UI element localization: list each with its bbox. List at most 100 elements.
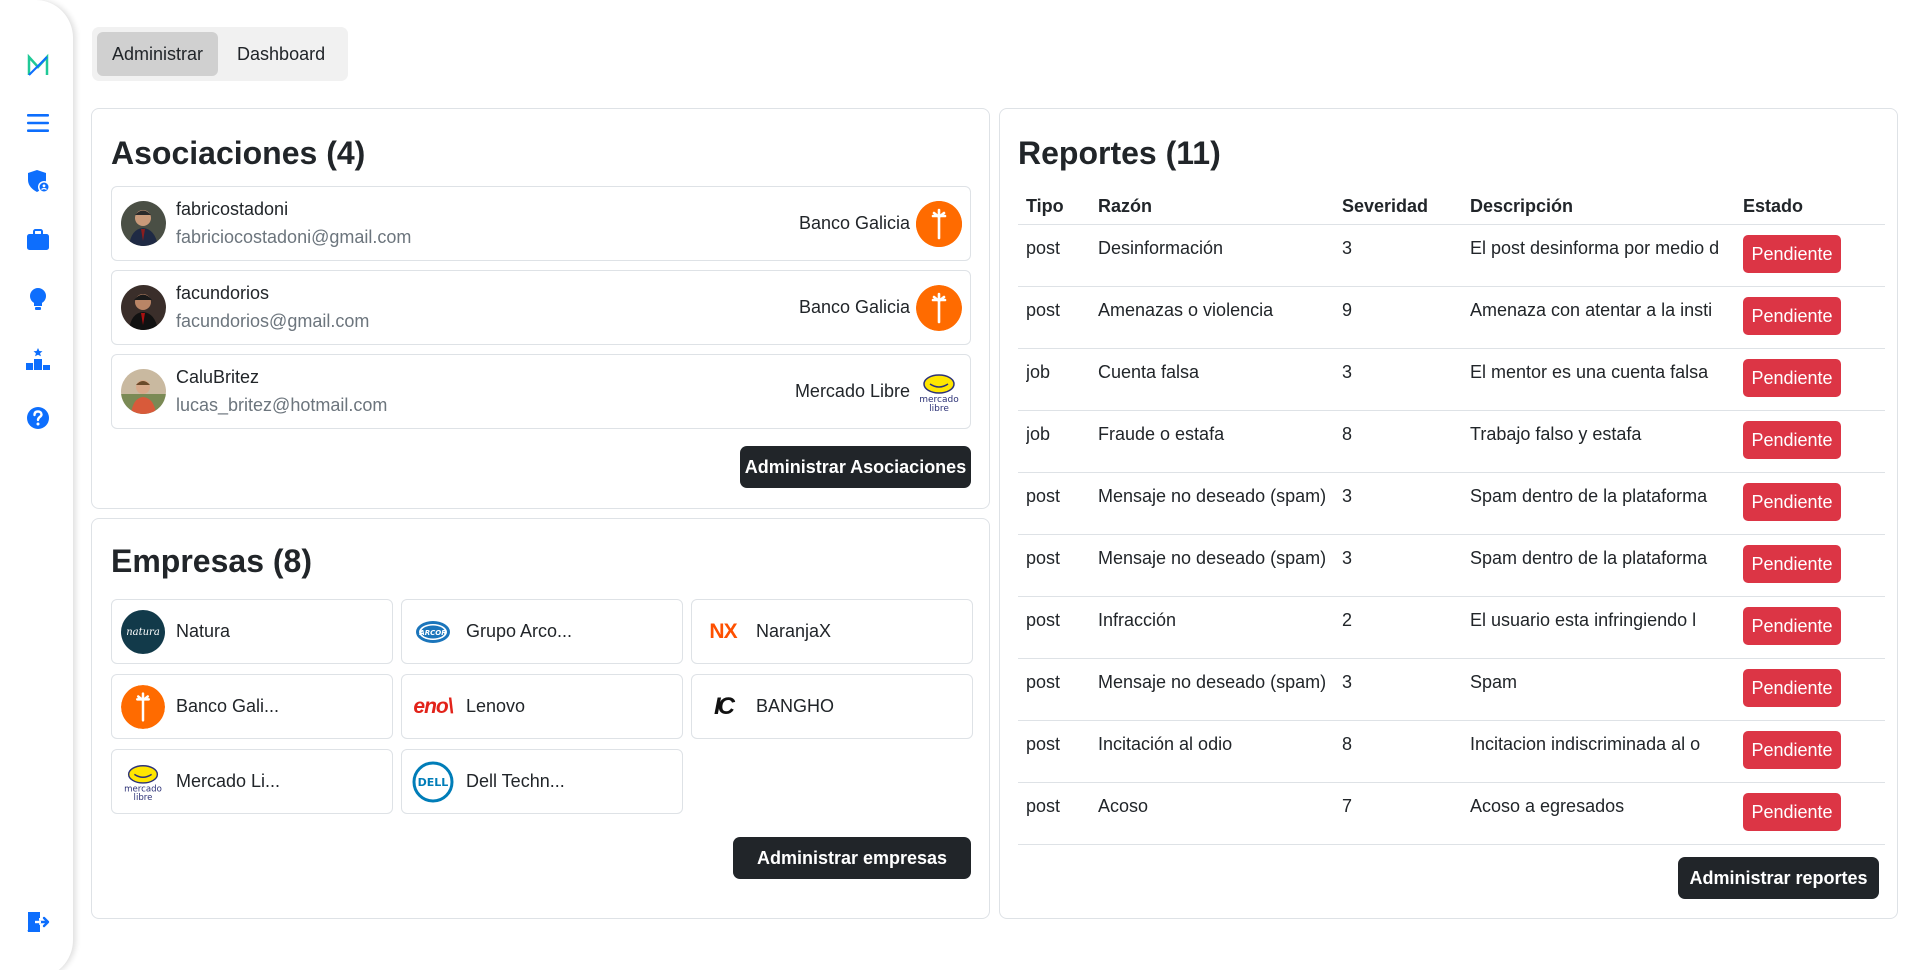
status-pending-button[interactable]: Pendiente: [1743, 483, 1841, 521]
association-row[interactable]: facundorios facundorios@gmail.com Banco …: [111, 270, 971, 345]
status-pending-button[interactable]: Pendiente: [1743, 607, 1841, 645]
cell-razon: Amenazas o violencia: [1098, 300, 1274, 320]
briefcase-icon[interactable]: [25, 227, 51, 253]
company-card-lenovo[interactable]: eno\ Lenovo: [401, 674, 683, 739]
cell-descripcion: El mentor es una cuenta falsa: [1470, 362, 1709, 382]
avatar: [121, 201, 166, 246]
avatar: [121, 285, 166, 330]
association-email: fabriciocostadoni@gmail.com: [176, 227, 412, 247]
cell-descripcion: Trabajo falso y estafa: [1470, 424, 1642, 444]
company-card-banco-galicia[interactable]: Banco Gali...: [111, 674, 393, 739]
cell-razon: Incitación al odio: [1098, 734, 1233, 754]
cell-descripcion: Acoso a egresados: [1470, 796, 1625, 816]
cell-descripcion: Spam dentro de la plataforma: [1470, 548, 1708, 568]
company-card-bangho[interactable]: IC BANGHO: [691, 674, 973, 739]
banco-galicia-logo-icon: [916, 201, 962, 247]
company-name: NaranjaX: [756, 621, 832, 641]
cell-descripcion: Spam: [1470, 672, 1518, 692]
companies-card: Empresas (8) natura Natura ARCOR Grupo A…: [91, 518, 990, 919]
cell-razon: Cuenta falsa: [1098, 362, 1200, 382]
cell-severidad: 3: [1342, 362, 1353, 382]
cell-razon: Mensaje no deseado (spam): [1098, 672, 1327, 692]
cell-razon: Infracción: [1098, 610, 1177, 630]
company-card-dell[interactable]: DELL Dell Techn...: [401, 749, 683, 814]
tab-administrar[interactable]: Administrar: [97, 32, 219, 76]
avatar: [121, 369, 166, 414]
cell-severidad: 3: [1342, 672, 1353, 692]
naranjax-logo-icon: NX: [709, 620, 737, 643]
shield-user-icon[interactable]: [25, 168, 51, 194]
table-row: post Mensaje no deseado (spam) 3 Spam Pendie…: [1018, 659, 1885, 721]
column-header-severidad: Severidad: [1342, 196, 1429, 216]
cell-severidad: 3: [1342, 548, 1353, 568]
column-header-estado: Estado: [1743, 196, 1804, 216]
reports-title: Reportes (11): [1018, 135, 1221, 171]
status-pending-button[interactable]: Pendiente: [1743, 669, 1841, 707]
status-pending-button[interactable]: Pendiente: [1743, 421, 1841, 459]
company-name: Grupo Arco...: [466, 621, 573, 641]
cell-descripcion: El post desinforma por medio d: [1470, 238, 1720, 258]
status-pending-button[interactable]: Pendiente: [1743, 793, 1841, 831]
banco-galicia-logo-icon: [916, 285, 962, 331]
table-row: post Amenazas o violencia 9 Amenaza con ate…: [1018, 287, 1885, 349]
mercado-libre-logo-icon: mercado libre: [916, 369, 962, 415]
association-company: Banco Galicia: [798, 297, 910, 317]
cell-tipo: job: [1026, 424, 1051, 444]
association-row[interactable]: CaluBritez lucas_britez@hotmail.com Merc…: [111, 354, 971, 429]
cell-tipo: post: [1026, 672, 1061, 692]
manage-associations-button[interactable]: Administrar Asociaciones: [740, 446, 971, 488]
menu-icon[interactable]: [25, 110, 51, 136]
company-name: Banco Gali...: [176, 696, 280, 716]
table-row: job Cuenta falsa 3 El mentor es una cuenta …: [1018, 349, 1885, 411]
association-username: facundorios: [176, 283, 270, 303]
company-name: BANGHO: [756, 696, 835, 716]
column-header-tipo: Tipo: [1026, 196, 1064, 216]
cell-descripcion: El usuario esta infringiendo l: [1470, 610, 1697, 630]
help-icon[interactable]: [25, 405, 51, 431]
cell-razon: Desinformación: [1098, 238, 1224, 258]
column-header-razon: Razón: [1098, 196, 1152, 216]
cell-tipo: post: [1026, 548, 1061, 568]
company-name: Lenovo: [466, 696, 526, 716]
cell-razon: Fraude o estafa: [1098, 424, 1225, 444]
logout-icon[interactable]: [25, 909, 51, 935]
manage-reports-button[interactable]: Administrar reportes: [1678, 857, 1879, 899]
cell-severidad: 3: [1342, 486, 1353, 506]
status-pending-button[interactable]: Pendiente: [1743, 235, 1841, 273]
table-row: post Incitación al odio 8 Incitacion indisc…: [1018, 721, 1885, 783]
association-email: lucas_britez@hotmail.com: [176, 395, 388, 415]
status-pending-button[interactable]: Pendiente: [1743, 297, 1841, 335]
company-card-naranjax[interactable]: NX NaranjaX: [691, 599, 973, 664]
cell-tipo: post: [1026, 610, 1061, 630]
status-pending-button[interactable]: Pendiente: [1743, 545, 1841, 583]
company-name: Natura: [176, 621, 231, 641]
company-card-natura[interactable]: natura Natura: [111, 599, 393, 664]
table-row: post Mensaje no deseado (spam) 3 Spam dentr…: [1018, 473, 1885, 535]
status-pending-button[interactable]: Pendiente: [1743, 359, 1841, 397]
natura-logo-icon: natura: [121, 610, 165, 654]
logo-icon[interactable]: [25, 53, 51, 79]
association-row[interactable]: fabricostadoni fabriciocostadoni@gmail.c…: [111, 186, 971, 261]
associations-card: Asociaciones (4) fabricostadoni fabricio…: [91, 108, 990, 509]
cell-descripcion: Amenaza con atentar a la insti: [1470, 300, 1713, 320]
lightbulb-icon[interactable]: [25, 286, 51, 312]
svg-text:DELL: DELL: [418, 776, 449, 789]
tab-dashboard[interactable]: Dashboard: [222, 32, 340, 76]
reports-table: Tipo Razón Severidad Descripción Estado …: [1018, 185, 1885, 845]
cell-descripcion: Spam dentro de la plataforma: [1470, 486, 1708, 506]
view-tabs: Administrar Dashboard: [92, 27, 348, 81]
table-header: Tipo Razón Severidad Descripción Estado: [1018, 185, 1885, 225]
association-username: fabricostadoni: [176, 199, 289, 219]
table-row: post Desinformación 3 El post desinforma po…: [1018, 225, 1885, 287]
cell-tipo: post: [1026, 734, 1061, 754]
status-pending-button[interactable]: Pendiente: [1743, 731, 1841, 769]
podium-icon[interactable]: [25, 346, 51, 372]
company-card-mercado-libre[interactable]: mercado libre Mercado Li...: [111, 749, 393, 814]
company-card-arcor[interactable]: ARCOR Grupo Arco...: [401, 599, 683, 664]
cell-severidad: 3: [1342, 238, 1353, 258]
cell-razon: Acoso: [1098, 796, 1149, 816]
table-row: job Fraude o estafa 8 Trabajo falso y estaf…: [1018, 411, 1885, 473]
manage-companies-button[interactable]: Administrar empresas: [733, 837, 971, 879]
association-company: Banco Galicia: [798, 213, 910, 233]
sidebar: [0, 0, 74, 970]
